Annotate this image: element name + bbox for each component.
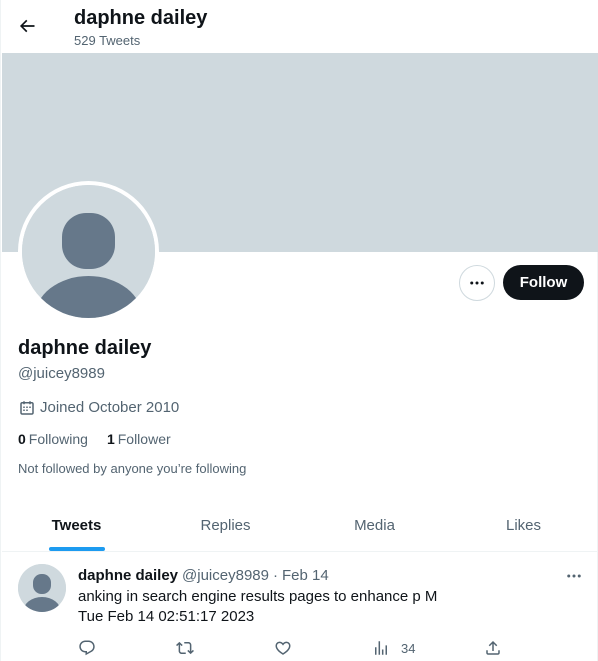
back-button[interactable] [9,8,45,44]
views-count: 34 [401,640,416,656]
like-button[interactable] [274,638,292,658]
header-tweet-count: 529 Tweets [74,33,141,48]
more-horizontal-icon [470,281,484,285]
following-count: 0 [18,431,26,447]
tweet-more-button[interactable] [562,564,586,588]
tab-tweets[interactable]: Tweets [2,500,151,551]
followers-link[interactable]: 1 Follower [107,430,171,448]
tweet-author-handle[interactable]: @juicey8989 [182,566,269,586]
profile-header-bar: daphne dailey 529 Tweets [1,0,598,53]
tab-label: Replies [200,517,251,534]
share-icon [486,640,500,655]
following-label: Following [28,431,88,447]
followers-label: Follower [117,431,171,447]
joined-date: Joined October 2010 [18,398,179,418]
profile-name: daphne dailey [18,337,152,359]
default-avatar-icon [22,185,155,318]
tab-likes[interactable]: Likes [449,500,598,551]
retweet-icon [176,641,194,655]
tweet-actions: 34 [78,638,518,658]
share-button[interactable] [484,638,502,658]
following-link[interactable]: 0 Following [18,430,88,448]
tweet-text: anking in search engine results pages to… [78,587,578,627]
tab-label: Media [354,517,395,534]
active-tab-indicator [48,547,105,551]
tab-replies[interactable]: Replies [151,500,300,551]
reply-button[interactable] [78,638,96,658]
reply-icon [79,640,95,656]
profile-tabs: Tweets Replies Media Likes [2,500,598,552]
joined-text: Joined October 2010 [40,399,180,416]
tab-label: Likes [505,517,542,534]
tweet-avatar[interactable] [18,564,66,612]
not-followed-notice: Not followed by anyone you’re following [18,461,247,476]
arrow-left-icon [19,19,35,33]
views-button[interactable]: 34 [372,638,415,658]
profile-handle: @juicey8989 [18,365,105,382]
calendar-icon [20,401,34,415]
tweet[interactable]: daphne dailey @juicey8989 · Feb 14 ankin… [2,552,598,661]
follow-stats: 0 Following 1 Follower [18,430,190,448]
retweet-button[interactable] [176,638,194,658]
profile-avatar[interactable] [18,181,159,322]
tweet-header: daphne dailey @juicey8989 · Feb 14 [78,566,329,586]
tweet-text-line: Tue Feb 14 02:51:17 2023 [78,608,255,625]
more-horizontal-icon [567,574,581,578]
tweet-date[interactable]: Feb 14 [282,566,329,586]
heart-icon [275,641,291,655]
header-title: daphne dailey [74,7,208,29]
profile-page: daphne dailey 529 Tweets Follow daphne d… [0,0,598,661]
tweet-author-name[interactable]: daphne dailey [78,566,178,586]
followers-count: 1 [106,431,115,447]
tweet-separator: · [272,567,278,584]
more-options-button[interactable] [459,265,495,301]
follow-button[interactable]: Follow [503,265,584,300]
analytics-icon [375,641,387,655]
tab-label: Tweets [51,517,102,534]
tweet-text-line: anking in search engine results pages to… [78,588,438,605]
tab-media[interactable]: Media [300,500,449,551]
default-avatar-icon [18,564,66,612]
